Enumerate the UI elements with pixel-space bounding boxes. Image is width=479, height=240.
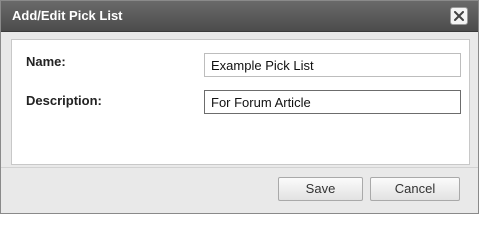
close-button[interactable] bbox=[450, 7, 468, 25]
dialog-titlebar: Add/Edit Pick List bbox=[1, 1, 478, 32]
footer-divider bbox=[1, 167, 478, 168]
dialog-title: Add/Edit Pick List bbox=[12, 8, 123, 23]
name-label: Name: bbox=[26, 54, 66, 69]
name-input[interactable] bbox=[204, 53, 461, 77]
description-label: Description: bbox=[26, 93, 102, 108]
form-panel: Name: Description: bbox=[11, 39, 470, 165]
pick-list-dialog: Add/Edit Pick List Name: Description: Sa… bbox=[0, 0, 479, 214]
description-input[interactable] bbox=[204, 90, 461, 114]
cancel-button[interactable]: Cancel bbox=[370, 177, 460, 201]
save-button[interactable]: Save bbox=[278, 177, 363, 201]
close-icon bbox=[454, 11, 464, 21]
